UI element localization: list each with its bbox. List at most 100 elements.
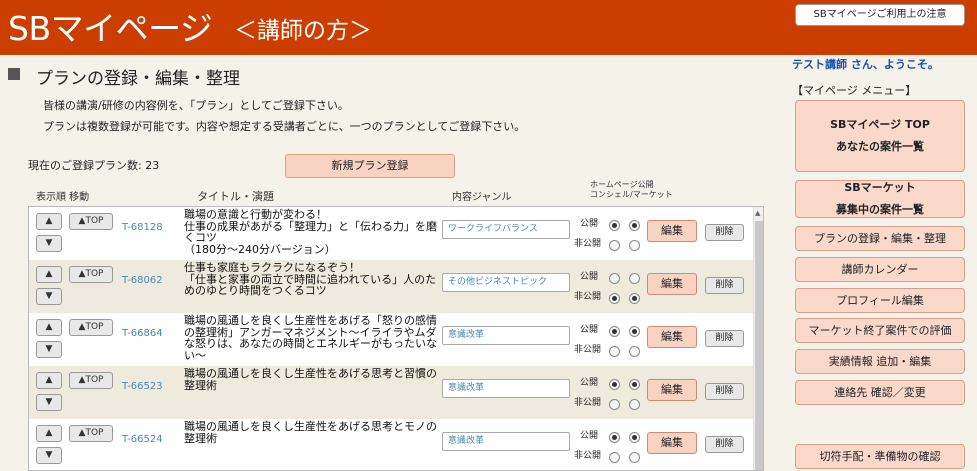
private-label: 非公開 [574, 239, 602, 249]
edit-button[interactable]: 編集 [647, 220, 697, 242]
move-down-button[interactable]: ▼ [36, 341, 62, 358]
hp-private-radio[interactable] [609, 346, 620, 357]
move-top-button[interactable]: ▲TOP [69, 319, 113, 336]
table-scrollbar[interactable]: ▲ [753, 207, 763, 470]
delete-button[interactable]: 削除 [705, 277, 744, 294]
market-public-radio[interactable] [629, 220, 640, 231]
col-header-public: ホームページ公開 コンシェル/マーケット [590, 180, 673, 200]
market-private-radio[interactable] [629, 452, 640, 463]
table-row: ▲ ▼ ▲TOP T-66864 職場の風通しを良くし生産性をあげる「怒りの感情の整理術… [29, 313, 753, 366]
move-up-button[interactable]: ▲ [36, 425, 62, 442]
market-private-radio[interactable] [629, 293, 640, 304]
market-private-radio[interactable] [629, 399, 640, 410]
hp-private-radio[interactable] [609, 293, 620, 304]
move-up-button[interactable]: ▲ [36, 372, 62, 389]
move-down-button[interactable]: ▼ [36, 288, 62, 305]
edit-button[interactable]: 編集 [647, 379, 697, 401]
plan-table[interactable]: ▲ ▼ ▲TOP T-68128 職場の意識と行動が変わる！ 仕事の成果があがる「整理力… [28, 206, 764, 471]
sidebar-menu-item[interactable]: マーケット終了案件での評価 [795, 318, 965, 343]
market-public-radio[interactable] [629, 432, 640, 443]
move-down-button[interactable]: ▼ [36, 447, 62, 464]
header-bar: SBマイページ ＜講師の方＞ SBマイページご利用上の注意 [0, 0, 977, 55]
private-label: 非公開 [574, 451, 602, 461]
genre-field[interactable]: 意識改革 [442, 379, 570, 398]
market-public-radio[interactable] [629, 273, 640, 284]
private-label: 非公開 [574, 398, 602, 408]
page-title: プランの登録・編集・整理 [36, 69, 240, 89]
plan-id-link[interactable]: T-68128 [122, 222, 163, 233]
plan-id-link[interactable]: T-66523 [122, 381, 163, 392]
plan-title: 職場の意識と行動が変わる！ 仕事の成果があがる「整理力」と「伝わる力」を磨くコツ… [184, 208, 437, 256]
brand-subtitle: ＜講師の方＞ [234, 18, 372, 44]
move-up-button[interactable]: ▲ [36, 266, 62, 283]
plan-title: 職場の風通しを良くし生産性をあげる「怒りの感情の整理術」アンガーマネジメント〜イ… [184, 314, 437, 362]
move-up-button[interactable]: ▲ [36, 319, 62, 336]
sidebar-menu-item[interactable]: 実績情報 追加・編集 [795, 349, 965, 374]
col-header-title: タイトル・演題 [197, 190, 274, 203]
brand-logo[interactable]: SBマイページ [8, 2, 213, 50]
market-public-radio[interactable] [629, 379, 640, 390]
scroll-up-arrow-icon[interactable]: ▲ [755, 209, 760, 217]
sidebar-menu-item[interactable]: SBマーケット 募集中の案件一覧 [795, 180, 965, 218]
market-public-radio[interactable] [629, 326, 640, 337]
hp-private-radio[interactable] [609, 240, 620, 251]
genre-field[interactable]: 意識改革 [442, 326, 570, 345]
public-label: 公開 [580, 325, 599, 335]
genre-field[interactable]: 意識改革 [442, 432, 570, 451]
move-top-button[interactable]: ▲TOP [69, 372, 113, 389]
scroll-thumb[interactable] [755, 221, 763, 470]
description-line-2: プランは複数登録が可能です。内容や想定する受講者ごとに、一つのプランとしてご登録… [43, 120, 526, 133]
delete-button[interactable]: 削除 [705, 330, 744, 347]
move-down-button[interactable]: ▼ [36, 235, 62, 252]
new-plan-button[interactable]: 新規プラン登録 [285, 154, 455, 178]
table-row: ▲ ▼ ▲TOP T-68062 仕事も家庭もラクラクになるぞう！ 「仕事と家事の両立で… [29, 260, 753, 313]
public-label: 公開 [580, 272, 599, 282]
hp-public-radio[interactable] [609, 273, 620, 284]
sidebar-menu-item[interactable]: プロフィール編集 [795, 288, 965, 313]
hp-public-radio[interactable] [609, 432, 620, 443]
move-top-button[interactable]: ▲TOP [69, 213, 113, 230]
private-label: 非公開 [574, 292, 602, 302]
move-up-button[interactable]: ▲ [36, 213, 62, 230]
col-header-genre: 内容ジャンル [452, 192, 512, 203]
edit-button[interactable]: 編集 [647, 432, 697, 454]
sidebar-menu-item[interactable]: SBマイページ TOP あなたの案件一覧 [795, 100, 965, 172]
genre-field[interactable]: その他ビジネストピック [442, 273, 570, 292]
hp-public-radio[interactable] [609, 326, 620, 337]
usage-notice-button[interactable]: SBマイページご利用上の注意 [795, 4, 965, 26]
col-header-order: 表示順 移動 [36, 192, 90, 203]
hp-public-radio[interactable] [609, 379, 620, 390]
delete-button[interactable]: 削除 [705, 224, 744, 241]
genre-field[interactable]: ワークライフバランス [442, 220, 570, 239]
market-private-radio[interactable] [629, 346, 640, 357]
sidebar-menu-item[interactable]: 講師カレンダー [795, 257, 965, 282]
title-bullet-icon [8, 68, 20, 80]
description-line-1: 皆様の講演/研修の内容例を、「プラン」としてご登録下さい。 [43, 99, 349, 112]
col-header-public-market: コンシェル/マーケット [590, 190, 673, 199]
move-down-button[interactable]: ▼ [36, 394, 62, 411]
delete-button[interactable]: 削除 [705, 383, 744, 400]
plan-title: 職場の風通しを良くし生産性をあげる思考と習慣の整理術 [184, 367, 437, 392]
edit-button[interactable]: 編集 [647, 326, 697, 348]
sidebar-menu-item[interactable]: 切符手配・準備物の確認 [795, 444, 965, 469]
sidebar-menu-item[interactable]: 連絡先 確認／変更 [795, 380, 965, 405]
welcome-message[interactable]: テスト講師 さん、ようこそ。 [792, 56, 939, 72]
plan-count: 現在のご登録プラン数: 23 [28, 159, 160, 172]
move-top-button[interactable]: ▲TOP [69, 266, 113, 283]
menu-heading: 【マイページ メニュー】 [792, 84, 917, 97]
col-header-public-hp: ホームページ公開 [590, 180, 654, 189]
table-row: ▲ ▼ ▲TOP T-66524 職場の風通しを良くし生産性をあげる思考とモノの整理術意… [29, 419, 753, 470]
hp-public-radio[interactable] [609, 220, 620, 231]
plan-id-link[interactable]: T-68062 [122, 275, 163, 286]
move-top-button[interactable]: ▲TOP [69, 425, 113, 442]
plan-id-link[interactable]: T-66864 [122, 328, 163, 339]
edit-button[interactable]: 編集 [647, 273, 697, 295]
plan-id-link[interactable]: T-66524 [122, 434, 163, 445]
public-label: 公開 [580, 378, 599, 388]
delete-button[interactable]: 削除 [705, 436, 744, 453]
sidebar-menu-item[interactable]: プランの登録・編集・整理 [795, 226, 965, 251]
hp-private-radio[interactable] [609, 452, 620, 463]
hp-private-radio[interactable] [609, 399, 620, 410]
market-private-radio[interactable] [629, 240, 640, 251]
table-row: ▲ ▼ ▲TOP T-68128 職場の意識と行動が変わる！ 仕事の成果があがる「整理力… [29, 207, 753, 260]
